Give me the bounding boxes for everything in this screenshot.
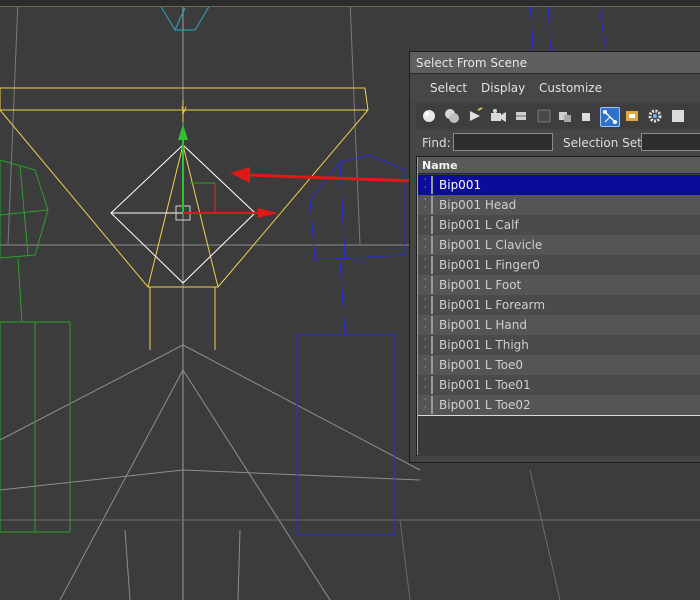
list-empty-area[interactable] <box>417 415 700 456</box>
tree-dots-icon <box>424 215 430 235</box>
list-item-label: Bip001 L Foot <box>439 278 522 292</box>
tree-dots-icon <box>424 335 430 355</box>
multi-sphere-icon[interactable] <box>443 107 461 125</box>
list-item-label: Bip001 L Hand <box>439 318 528 332</box>
double-arrow-annotation <box>230 167 430 189</box>
list-item-label: Bip001 L Toe02 <box>439 398 531 412</box>
left-arm-bones <box>0 159 71 533</box>
spacewarp-icon[interactable] <box>535 107 553 125</box>
list-item-label: Bip001 L Toe01 <box>439 378 531 392</box>
tree-line-icon <box>431 276 433 294</box>
sphere-icon[interactable] <box>420 107 438 125</box>
selection-set-label: Selection Set: <box>563 136 646 150</box>
tree-dots-icon <box>424 255 430 275</box>
list-item-label: Bip001 L Forearm <box>439 298 546 312</box>
tree-dots-icon <box>424 395 430 415</box>
bone-hierarchy-icon[interactable] <box>578 107 596 125</box>
gear-icon[interactable] <box>646 107 664 125</box>
gizmo-y-label: y <box>181 104 187 115</box>
find-input[interactable] <box>453 133 553 151</box>
light-icon[interactable] <box>466 107 484 125</box>
tree-dots-icon <box>424 235 430 255</box>
list-item-label: Bip001 L Toe0 <box>439 358 524 372</box>
camera-icon[interactable] <box>489 107 507 125</box>
menu-select[interactable]: Select <box>430 75 467 101</box>
column-header-name[interactable]: Name <box>417 157 700 174</box>
list-item[interactable]: Bip001 L Foot <box>417 275 700 295</box>
menu-customize[interactable]: Customize <box>539 75 602 101</box>
list-item[interactable]: Bip001 <box>417 175 700 195</box>
tree-line-icon <box>431 196 433 214</box>
tree-dots-icon <box>424 275 430 295</box>
bone-icon[interactable] <box>600 107 620 127</box>
list-item[interactable]: Bip001 L Toe0 <box>417 355 700 375</box>
head-bone <box>159 4 211 31</box>
tree-line-icon <box>431 336 433 354</box>
tree-dots-icon <box>424 295 430 315</box>
list-item-label: Bip001 L Finger0 <box>439 258 540 272</box>
list-edge <box>417 157 418 455</box>
list-item[interactable]: Bip001 L Calf <box>417 215 700 235</box>
tree-dots-icon <box>424 315 430 335</box>
list-item[interactable]: Bip001 L Forearm <box>417 295 700 315</box>
menubar: Select Display Customize <box>410 75 700 101</box>
object-list[interactable]: Name Bip001Bip001 HeadBip001 L CalfBip00… <box>416 156 700 456</box>
tree-dots-icon <box>424 375 430 395</box>
list-item[interactable]: Bip001 L Finger0 <box>417 255 700 275</box>
group-icon[interactable] <box>556 107 574 125</box>
list-item-label: Bip001 L Thigh <box>439 338 529 352</box>
list-item[interactable]: Bip001 L Thigh <box>417 335 700 355</box>
object-rows: Bip001 Bip001 Head Bip001 L Calf Bip001 L C… <box>417 175 700 415</box>
list-item-label: Bip001 L Clavicle <box>439 238 543 252</box>
viewport-top-strip <box>0 0 700 7</box>
tree-line-icon <box>431 356 433 374</box>
tree-dots-icon <box>424 195 430 215</box>
list-item[interactable]: Bip001 L Hand <box>417 315 700 335</box>
tree-line-icon <box>431 396 433 414</box>
tree-line-icon <box>431 216 433 234</box>
dialog-title: Select From Scene <box>410 52 700 74</box>
list-item-label: Bip001 L Calf <box>439 218 519 232</box>
gizmo-axes <box>178 100 278 218</box>
list-item-label: Bip001 Head <box>439 198 517 212</box>
xref-icon[interactable] <box>623 107 641 125</box>
list-item[interactable]: Bip001 L Clavicle <box>417 235 700 255</box>
list-item[interactable]: Bip001 Head <box>417 195 700 215</box>
find-row: Find: Selection Set: <box>416 131 700 155</box>
tree-dots-icon <box>424 175 430 195</box>
tree-line-icon <box>431 236 433 254</box>
list-item[interactable]: Bip001 L Toe02 <box>417 395 700 415</box>
list-item-label: Bip001 <box>439 178 482 192</box>
tree-dots-icon <box>424 355 430 375</box>
tree-line-icon <box>431 256 433 274</box>
filter-icon[interactable] <box>669 107 687 125</box>
tree-line-icon <box>431 296 433 314</box>
helper-icon[interactable] <box>512 107 530 125</box>
tree-line-icon <box>431 376 433 394</box>
tree-line-icon <box>431 316 433 334</box>
toolbar <box>416 103 700 129</box>
tree-line-icon <box>431 176 433 194</box>
menu-display[interactable]: Display <box>481 75 525 101</box>
selection-set-dropdown[interactable] <box>641 133 700 151</box>
list-item[interactable]: Bip001 L Toe01 <box>417 375 700 395</box>
select-from-scene-dialog[interactable]: Select From Scene Select Display Customi… <box>409 51 700 463</box>
find-label: Find: <box>422 136 451 150</box>
